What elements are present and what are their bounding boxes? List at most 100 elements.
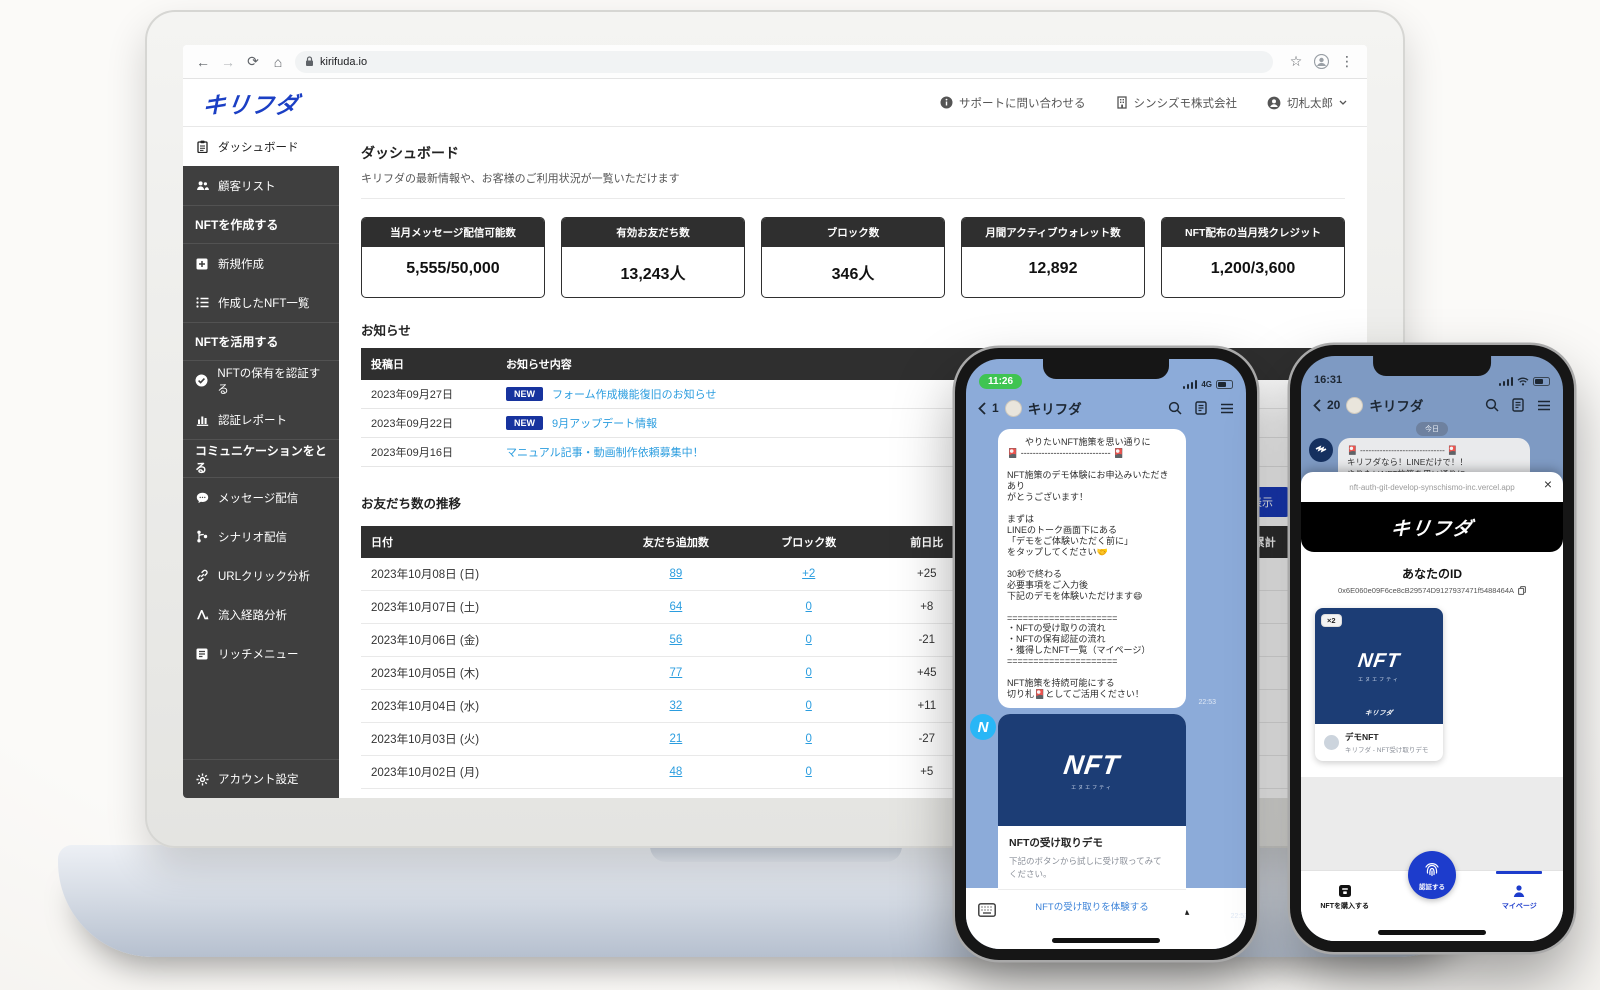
announcement-link[interactable]: 9月アップデート情報 [552, 418, 657, 430]
sidebar-item-dashboard[interactable]: ダッシュボード [183, 127, 339, 166]
plus-square-icon [195, 258, 209, 270]
unread-count: 1 [992, 401, 999, 415]
your-id-heading: あなたのID [1301, 565, 1563, 582]
adds-link[interactable]: 64 [669, 601, 682, 613]
announcement-link[interactable]: マニュアル記事・動画制作依頼募集中！ [506, 447, 704, 459]
sidebar-item-message[interactable]: メッセージ配信 [183, 478, 339, 517]
adds-link[interactable]: 21 [669, 733, 682, 745]
sidebar-item-account-settings[interactable]: アカウント設定 [183, 759, 339, 798]
sidebar-item-url-click[interactable]: URLクリック分析 [183, 556, 339, 595]
search-icon[interactable] [1168, 401, 1182, 415]
sidebar-item-auth-report[interactable]: 認証レポート [183, 400, 339, 439]
note-icon[interactable] [1512, 398, 1524, 412]
chat-avatar [1346, 397, 1363, 414]
battery-icon [1533, 377, 1550, 386]
adds-link[interactable]: 48 [669, 766, 682, 778]
blocks-link[interactable]: 0 [806, 601, 812, 613]
nft-title: デモNFT [1345, 731, 1428, 743]
back-icon[interactable]: ← [195, 54, 211, 70]
unread-count: 20 [1327, 398, 1340, 412]
address-bar[interactable]: kirifuda.io [295, 51, 1273, 73]
chevron-left-icon[interactable] [1313, 399, 1321, 412]
blocks-link[interactable]: 0 [806, 634, 812, 646]
hamburger-icon[interactable] [1537, 400, 1551, 411]
tab-buy-nft[interactable]: NFTを購入する [1301, 871, 1388, 924]
home-indicator[interactable] [1301, 924, 1563, 941]
tab-authenticate[interactable]: 認証する [1388, 871, 1475, 924]
blocks-link[interactable]: 0 [806, 667, 812, 679]
sheet-url-bar: nft-auth-git-develop-synschismo-inc.verc… [1301, 472, 1563, 502]
receive-nft-button[interactable]: NFTの受け取りを体験する [998, 889, 1186, 922]
sidebar-item-new-create[interactable]: 新規作成 [183, 244, 339, 283]
home-icon[interactable]: ⌂ [270, 54, 286, 70]
in-app-browser-sheet: nft-auth-git-develop-synschismo-inc.verc… [1301, 472, 1563, 941]
building-icon [1116, 96, 1128, 109]
adds-link[interactable]: 56 [669, 634, 682, 646]
wifi-icon [1517, 377, 1529, 386]
stat-card-blocks: ブロック数346人 [761, 217, 945, 298]
profile-icon[interactable] [1314, 54, 1329, 69]
bar-chart-icon [195, 414, 209, 426]
user-icon [1267, 96, 1281, 110]
blocks-link[interactable]: 0 [806, 733, 812, 745]
sidebar-section-create-nft: NFTを作成する [183, 205, 339, 244]
message-time: 22:53 [1198, 699, 1216, 706]
people-icon [195, 180, 209, 191]
sidebar-item-nft-list[interactable]: 作成したNFT一覧 [183, 283, 339, 322]
adds-link[interactable]: 32 [669, 700, 682, 712]
site-header: キリフダ [1301, 502, 1563, 552]
forward-icon[interactable]: → [220, 54, 236, 70]
sidebar-item-inflow[interactable]: 流入経路分析 [183, 595, 339, 634]
message-bubble: やりたいNFT施策を思い通りに 🎴 ----------------------… [998, 429, 1186, 708]
line-chat-header: 1 キリフダ [966, 391, 1246, 425]
kirifuda-logo[interactable]: キリフダ [201, 86, 302, 120]
chevron-left-icon[interactable] [978, 402, 986, 415]
sidebar-item-rich-menu[interactable]: リッチメニュー [183, 634, 339, 673]
buy-nft-icon [1338, 884, 1352, 898]
browser-menu-icon[interactable]: ⋮ [1339, 53, 1355, 70]
announcement-link[interactable]: フォーム作成機能復旧のお知らせ [552, 389, 716, 401]
fingerprint-button[interactable]: 認証する [1408, 851, 1456, 899]
sheet-url: nft-auth-git-develop-synschismo-inc.verc… [1349, 483, 1514, 492]
page-title: ダッシュボード [361, 143, 1345, 163]
list-icon [195, 297, 209, 308]
blocks-link[interactable]: +2 [802, 568, 815, 580]
nft-card-image: NFT エヌエフティ [998, 714, 1186, 826]
copy-icon[interactable] [1518, 586, 1526, 595]
sidebar-item-scenario[interactable]: シナリオ配信 [183, 517, 339, 556]
close-icon[interactable]: × [1544, 477, 1552, 491]
blocks-link[interactable]: 0 [806, 766, 812, 778]
adds-link[interactable]: 77 [669, 667, 682, 679]
signal-icon [1183, 380, 1198, 389]
sidebar-item-customers[interactable]: 顧客リスト [183, 166, 339, 205]
chat-card-message: N NFT エヌエフティ NFTの受け取りデモ 下記のボタンから試しに受け取って… [966, 714, 1246, 922]
home-indicator[interactable] [966, 932, 1246, 949]
tab-mypage[interactable]: マイページ [1476, 871, 1563, 924]
bottom-tab-bar: NFTを購入する 認証する マイページ [1301, 870, 1563, 924]
chat-message: やりたいNFT施策を思い通りに 🎴 ----------------------… [998, 429, 1186, 708]
sidebar-section-communicate: コミュニケーションをとる [183, 439, 339, 478]
reload-icon[interactable]: ⟳ [245, 53, 261, 70]
owned-nft-card[interactable]: ×2 NFT エヌエフティ キリフダ デモNFTキリフダ - NFT受け取りデモ [1315, 608, 1443, 761]
status-time: 16:31 [1314, 374, 1342, 386]
sidebar-item-verify-nft[interactable]: NFTの保有を認証する [183, 361, 339, 400]
hamburger-icon[interactable] [1220, 403, 1234, 414]
rich-menu-icon [195, 648, 209, 660]
gear-icon [195, 773, 209, 786]
blocks-link[interactable]: 0 [806, 700, 812, 712]
support-link[interactable]: サポートに問い合わせる [940, 95, 1086, 111]
search-icon[interactable] [1485, 398, 1499, 412]
adds-link[interactable]: 89 [669, 568, 682, 580]
phone-nft-mypage: 16:31 20 キリフダ 今日 🎴 ---------------------… [1290, 345, 1574, 952]
card-title: NFTの受け取りデモ [1009, 835, 1175, 850]
chat-preview: 今日 🎴 ------------------------------ 🎴 キリ… [1301, 422, 1563, 472]
chat-title: キリフダ [1028, 398, 1082, 418]
stat-card-credits: NFT配布の当月残クレジット1,200/3,600 [1161, 217, 1345, 298]
link-icon [195, 569, 209, 582]
bookmark-star-icon[interactable]: ☆ [1288, 53, 1304, 70]
note-icon[interactable] [1195, 401, 1207, 415]
company-menu[interactable]: シンシズモ株式会社 [1116, 95, 1238, 111]
user-menu[interactable]: 切札太郎 [1267, 95, 1347, 111]
info-icon [940, 96, 953, 109]
card-description: 下記のボタンから試しに受け取ってみて ください。 [1009, 855, 1175, 880]
